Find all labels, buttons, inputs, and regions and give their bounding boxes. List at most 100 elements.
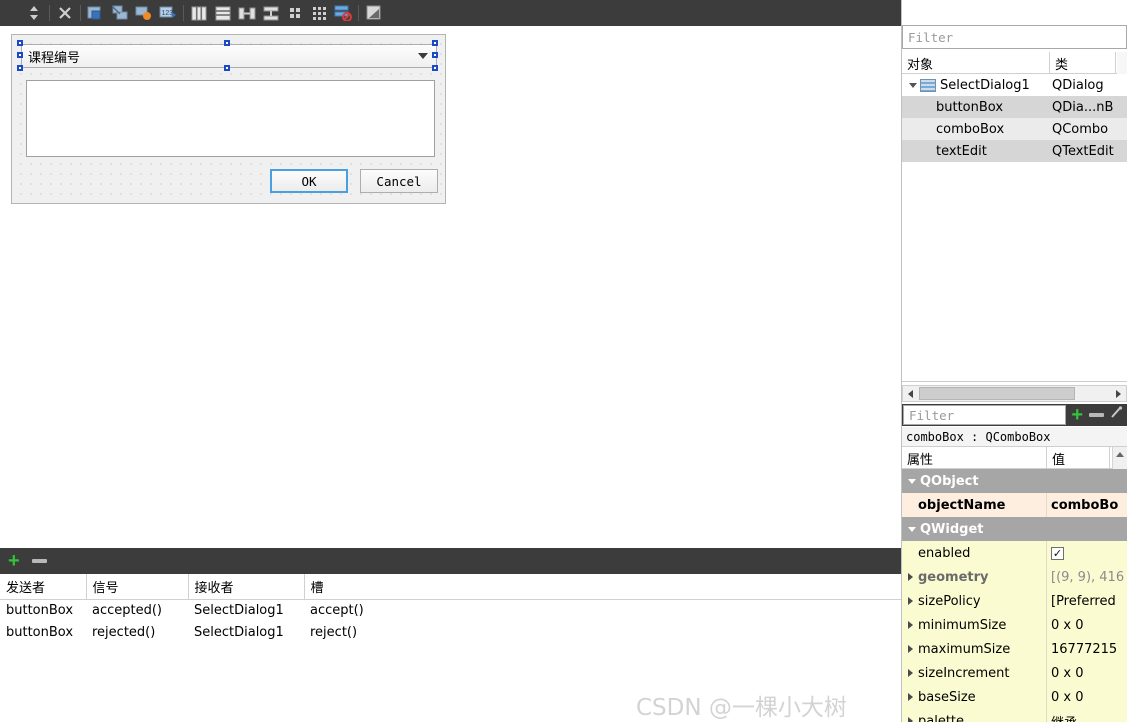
property-label: palette — [918, 713, 965, 722]
right-dock-area: Filter 对象 类 SelectDialog1 QDialog button… — [902, 0, 1127, 722]
tree-item-combobox[interactable]: comboBox QCombo — [902, 118, 1127, 140]
break-layout-icon[interactable] — [53, 2, 77, 24]
collapse-caret-icon[interactable] — [904, 526, 920, 532]
column-header-class[interactable]: 类 — [1050, 52, 1116, 73]
resize-handle-top-center[interactable] — [224, 40, 230, 46]
resize-handle-bottom-center[interactable] — [224, 65, 230, 71]
property-value[interactable]: 继承 — [1047, 709, 1127, 722]
add-property-icon[interactable]: + — [1071, 405, 1083, 425]
combo-box-widget[interactable]: 课程编号 — [17, 40, 438, 71]
resize-handle-middle-right[interactable] — [432, 52, 438, 58]
tree-item-textedit[interactable]: textEdit QTextEdit — [902, 140, 1127, 162]
tree-item-buttonbox[interactable]: buttonBox QDia...nB — [902, 96, 1127, 118]
property-label: maximumSize — [918, 641, 1011, 657]
lay-out-form-layout-icon[interactable]: 123 — [156, 2, 180, 24]
property-value[interactable]: 16777215 — [1047, 637, 1127, 661]
object-tree-filter-input[interactable]: Filter — [902, 25, 1127, 49]
expand-caret-icon[interactable] — [902, 717, 918, 722]
property-value[interactable]: 0 x 0 — [1047, 661, 1127, 685]
resize-icon[interactable] — [362, 2, 386, 24]
expand-caret-icon[interactable] — [906, 82, 920, 88]
resize-handle-top-right[interactable] — [432, 40, 438, 46]
tree-item-class: QTextEdit — [1052, 143, 1114, 159]
ok-button[interactable]: OK — [270, 169, 348, 193]
property-row-sizeincrement[interactable]: sizeIncrement 0 x 0 — [902, 661, 1127, 685]
property-value[interactable]: ✓ — [1047, 541, 1127, 565]
property-value[interactable]: 0 x 0 — [1047, 613, 1127, 637]
column-header-slot[interactable]: 槽 — [304, 574, 902, 600]
add-icon[interactable]: + — [8, 551, 20, 571]
text-edit[interactable] — [26, 80, 435, 157]
table-row[interactable]: buttonBox rejected() SelectDialog1 rejec… — [0, 622, 902, 644]
resize-handle-bottom-left[interactable] — [17, 65, 23, 71]
object-tree-hscrollbar[interactable] — [902, 385, 1127, 402]
column-header-signal[interactable]: 信号 — [86, 574, 189, 600]
enabled-checkbox[interactable]: ✓ — [1051, 546, 1064, 560]
form-toolbar: 123 — [0, 0, 902, 26]
resize-handle-middle-left[interactable] — [17, 52, 23, 58]
property-row-sizepolicy[interactable]: sizePolicy [Preferred — [902, 589, 1127, 613]
adjust-size-icon[interactable] — [22, 2, 46, 24]
column-header-receiver[interactable]: 接收者 — [188, 574, 305, 600]
property-filter-input[interactable]: Filter — [903, 405, 1067, 425]
tree-item-name-cell: textEdit — [936, 143, 987, 159]
cancel-button[interactable]: Cancel — [360, 169, 438, 193]
object-tree[interactable]: SelectDialog1 QDialog buttonBox QDia...n… — [902, 74, 1127, 382]
property-row-basesize[interactable]: baseSize 0 x 0 — [902, 685, 1127, 709]
property-group-qobject[interactable]: QObject — [902, 469, 1127, 493]
property-row-geometry[interactable]: geometry [(9, 9), 416 — [902, 565, 1127, 589]
break-grid-icon[interactable] — [331, 2, 355, 24]
scroll-left-icon[interactable] — [903, 386, 918, 401]
table-row[interactable]: buttonBox accepted() SelectDialog1 accep… — [0, 600, 902, 622]
property-group-qwidget[interactable]: QWidget — [902, 517, 1127, 541]
resize-handle-bottom-right[interactable] — [432, 65, 438, 71]
property-row-maximumsize[interactable]: maximumSize 16777215 — [902, 637, 1127, 661]
scrollbar-track[interactable] — [1076, 387, 1111, 400]
toolbar-separator-3 — [183, 5, 184, 21]
remove-icon[interactable] — [31, 559, 47, 563]
split-vertical-icon[interactable] — [259, 2, 283, 24]
lay-out-vertically-icon[interactable] — [108, 2, 132, 24]
expand-caret-icon[interactable] — [902, 597, 918, 605]
property-label: objectName — [918, 497, 1006, 513]
expand-caret-icon[interactable] — [902, 621, 918, 629]
property-name-cell: baseSize — [902, 685, 1047, 709]
property-value[interactable]: 0 x 0 — [1047, 685, 1127, 709]
property-value[interactable]: comboBo — [1047, 493, 1127, 517]
resize-handle-top-left[interactable] — [17, 40, 23, 46]
scrollbar-thumb[interactable] — [919, 387, 1075, 400]
tree-item-selectdialog1[interactable]: SelectDialog1 QDialog — [902, 74, 1127, 96]
scroll-right-icon[interactable] — [1111, 386, 1126, 401]
property-row-enabled[interactable]: enabled ✓ — [902, 541, 1127, 565]
split-horizontal-icon[interactable] — [235, 2, 259, 24]
collapse-caret-icon[interactable] — [904, 478, 920, 484]
property-table[interactable]: QObject objectName comboBo QWidget enabl… — [902, 469, 1127, 722]
scroll-up-icon[interactable] — [1114, 448, 1127, 461]
property-selected-object: comboBox : QComboBox — [902, 427, 1127, 447]
form-canvas[interactable]: 课程编号 OK Cancel — [0, 26, 902, 548]
column-header-value[interactable]: 值 — [1047, 447, 1110, 468]
column-header-object[interactable]: 对象 — [902, 52, 1050, 73]
property-value[interactable]: [Preferred — [1047, 589, 1127, 613]
grid-small-icon[interactable] — [283, 2, 307, 24]
tree-item-class: QDia...nB — [1052, 99, 1114, 115]
grid-large-icon[interactable] — [307, 2, 331, 24]
property-row-objectname[interactable]: objectName comboBo — [902, 493, 1127, 517]
layout-columns-icon[interactable] — [187, 2, 211, 24]
expand-caret-icon[interactable] — [902, 573, 918, 581]
expand-caret-icon[interactable] — [902, 693, 918, 701]
remove-property-icon[interactable] — [1089, 413, 1104, 417]
expand-caret-icon[interactable] — [902, 669, 918, 677]
property-value[interactable]: [(9, 9), 416 — [1047, 565, 1127, 589]
select-dialog-form[interactable]: 课程编号 OK Cancel — [11, 34, 446, 204]
property-row-palette[interactable]: palette 继承 — [902, 709, 1127, 722]
column-header-sender[interactable]: 发送者 — [0, 574, 87, 600]
lay-out-in-splitter-icon[interactable] — [132, 2, 156, 24]
property-row-minimumsize[interactable]: minimumSize 0 x 0 — [902, 613, 1127, 637]
chevron-down-icon[interactable] — [418, 53, 428, 59]
column-header-property[interactable]: 属性 — [902, 447, 1047, 468]
configure-icon[interactable] — [1110, 406, 1123, 424]
expand-caret-icon[interactable] — [902, 645, 918, 653]
layout-rows-icon[interactable] — [211, 2, 235, 24]
lay-out-horizontally-icon[interactable] — [84, 2, 108, 24]
